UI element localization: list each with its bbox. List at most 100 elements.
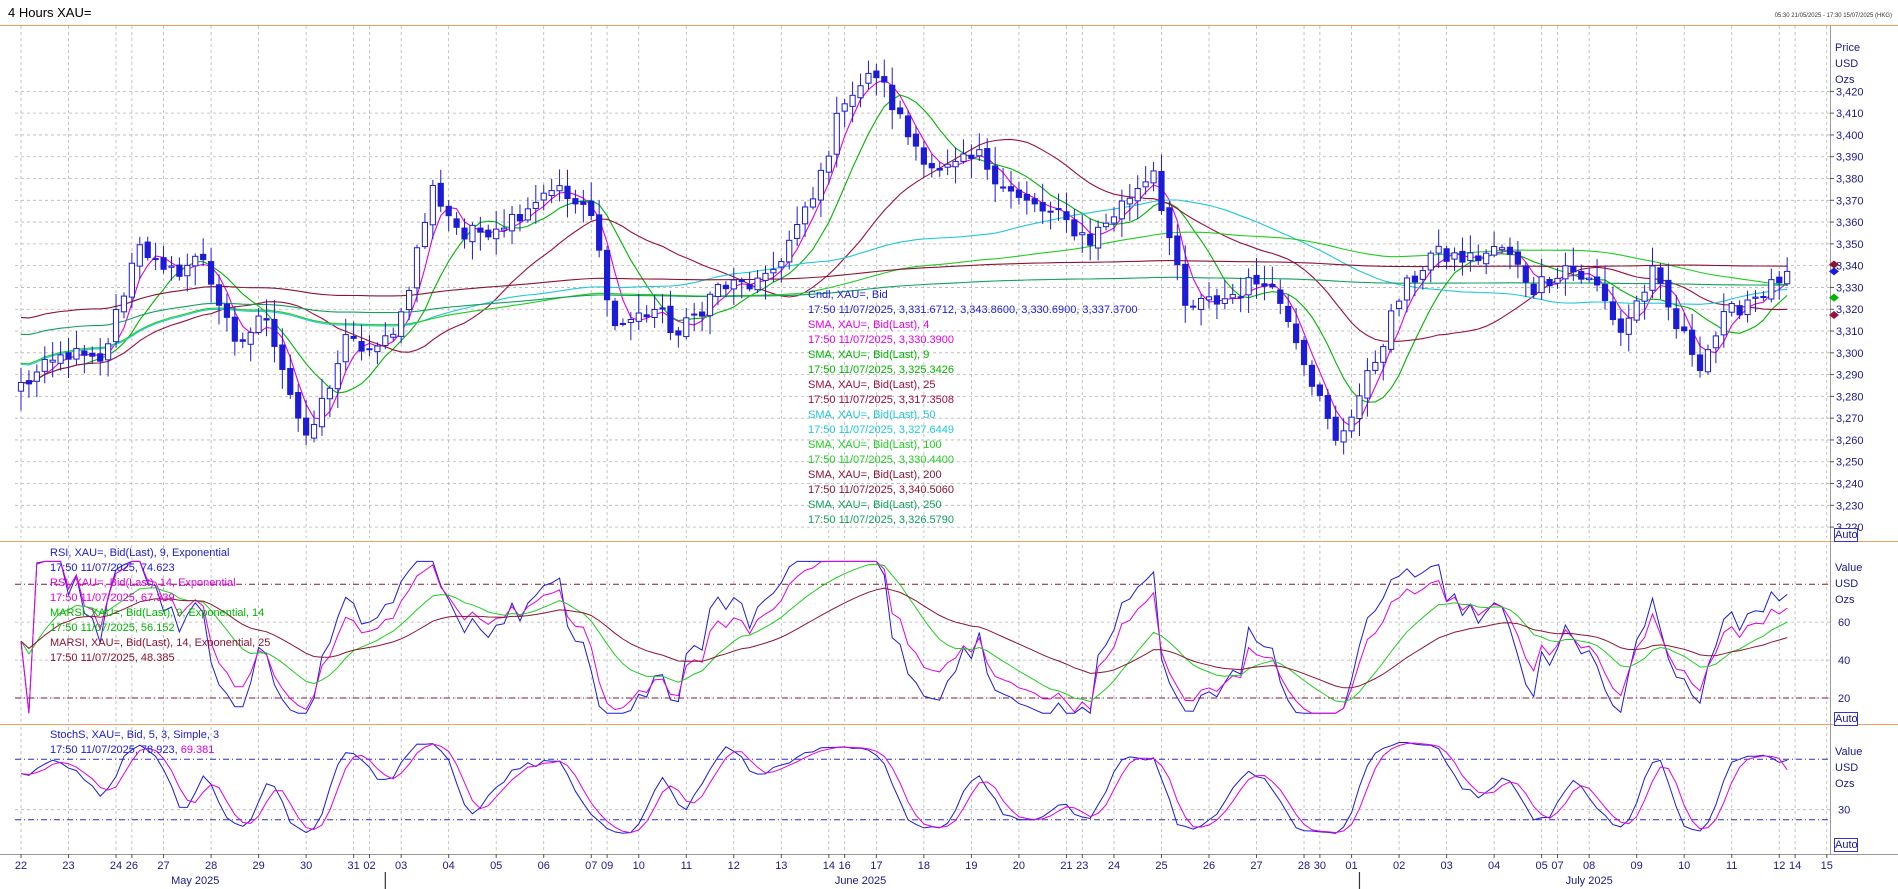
candle-body	[691, 313, 698, 316]
candle-body	[200, 253, 207, 261]
price-axis: 3,2203,2303,2403,2503,2603,2703,2803,290…	[1830, 86, 1864, 534]
candle-body	[41, 358, 48, 372]
candle-body	[263, 318, 270, 321]
day-tick-label: 14	[823, 860, 835, 872]
candle-body	[1514, 251, 1521, 265]
candle-body	[1015, 189, 1023, 198]
day-tick-label: 27	[1250, 860, 1262, 872]
rsi-legend-line-7: 17:50 11/07/2025, 48.385	[50, 652, 175, 664]
candle-body	[1205, 296, 1213, 301]
candle-body	[57, 354, 64, 364]
candle-body	[794, 224, 801, 239]
candle-body	[809, 198, 817, 208]
candle-body	[675, 330, 682, 336]
candle-body	[413, 247, 421, 289]
candle-body	[889, 84, 896, 111]
day-tick-label: 03	[395, 860, 407, 872]
price-auto-button[interactable]: Auto	[1834, 528, 1858, 542]
candle-body	[1728, 303, 1735, 313]
candle-body	[1118, 200, 1125, 220]
price-tick-label: 3,390	[1836, 152, 1864, 164]
candle-body	[49, 359, 56, 363]
day-tick-label: 23	[62, 860, 74, 872]
candle-body	[968, 154, 975, 159]
price-tick-label: 3,290	[1836, 370, 1864, 382]
price-legend: Cndl, XAU=, Bid 17:50 11/07/2025, 3,331.6…	[808, 288, 1137, 528]
candle-body	[1332, 416, 1339, 441]
candle-body	[461, 227, 468, 240]
candle-body	[611, 300, 619, 327]
candle-body	[619, 322, 627, 325]
day-tick-label: 19	[965, 860, 977, 872]
rsi-tick-label: 20	[1838, 693, 1850, 705]
candle-body	[904, 115, 912, 138]
rsi-tick-label: 60	[1838, 617, 1850, 629]
candle-body	[1633, 300, 1640, 321]
day-tick-label: 11	[681, 860, 692, 872]
candle-body	[627, 318, 634, 324]
candle-body	[1451, 252, 1458, 260]
price-legend-line-4: SMA, XAU=, Bid(Last), 9	[808, 349, 930, 361]
candle-body	[1522, 265, 1529, 283]
candle-body	[1554, 277, 1561, 284]
price-tick-label: 3,380	[1836, 174, 1864, 186]
candle-body	[524, 208, 531, 221]
day-tick-label: 04	[1488, 860, 1500, 872]
candle-body	[136, 244, 143, 267]
candle-body	[1776, 276, 1783, 284]
candle-body	[1704, 349, 1712, 373]
candle-body	[374, 345, 381, 353]
candle-body	[1372, 361, 1379, 371]
candle-body	[825, 155, 832, 173]
rsi-tick-label: 40	[1838, 655, 1850, 667]
price-tick-label: 3,280	[1836, 391, 1864, 403]
candle-body	[366, 348, 373, 351]
candle-body	[540, 192, 547, 201]
price-legend-line-2: SMA, XAU=, Bid(Last), 4	[808, 319, 930, 331]
candle-body	[1641, 291, 1648, 302]
candle-body	[81, 350, 88, 356]
price-tick-label: 3,260	[1836, 435, 1864, 447]
time-axis: 22 23 24 26 27 28 29 30 31 02 03 04 05 06 07 09 10 11 12 13…	[15, 854, 1833, 889]
day-tick-label: 02	[1393, 860, 1405, 872]
candle-body	[508, 213, 516, 232]
candle-body	[295, 392, 302, 419]
candle-body	[1229, 293, 1236, 299]
candle-body	[405, 290, 413, 311]
day-tick-label: 11	[1726, 860, 1737, 872]
candle-body	[33, 371, 40, 382]
stoch-unit-line-2: USD	[1835, 762, 1859, 774]
rsi-auto-button[interactable]: Auto	[1834, 712, 1858, 726]
day-tick-label: 22	[15, 860, 27, 872]
rsi-legend-line-1: 17:50 11/07/2025, 74.623	[50, 562, 175, 574]
candle-body	[334, 363, 341, 390]
candle-body	[1736, 305, 1743, 316]
day-tick-label: 16	[839, 860, 851, 872]
candle-body	[1570, 265, 1577, 273]
candle-body	[556, 185, 563, 192]
candle-body	[310, 423, 318, 439]
stoch-auto-button[interactable]: Auto	[1834, 838, 1858, 852]
candle-body	[849, 94, 856, 107]
day-tick-label: 05	[1536, 860, 1548, 872]
price-legend-line-12: SMA, XAU=, Bid(Last), 200	[808, 469, 942, 481]
month-label: May 2025	[171, 875, 219, 887]
day-tick-label: 07	[1551, 860, 1563, 872]
candle-body	[1403, 277, 1411, 301]
candle-body	[453, 218, 460, 228]
candle-body	[936, 167, 943, 171]
day-tick-label: 30	[1314, 860, 1326, 872]
candle-body	[1546, 279, 1553, 287]
candle-body	[714, 284, 722, 298]
stoch-d-value: 69.381	[177, 744, 215, 756]
candle-body	[564, 185, 571, 200]
candle-body	[1047, 210, 1054, 213]
candle-body	[635, 312, 642, 322]
candle-body	[303, 417, 310, 436]
candle-body	[1625, 317, 1632, 335]
price-tick-label: 3,420	[1836, 86, 1864, 98]
day-tick-label: 09	[601, 860, 613, 872]
candle-body	[1055, 208, 1062, 211]
candle-body	[1023, 193, 1030, 201]
candle-body	[1720, 311, 1727, 336]
